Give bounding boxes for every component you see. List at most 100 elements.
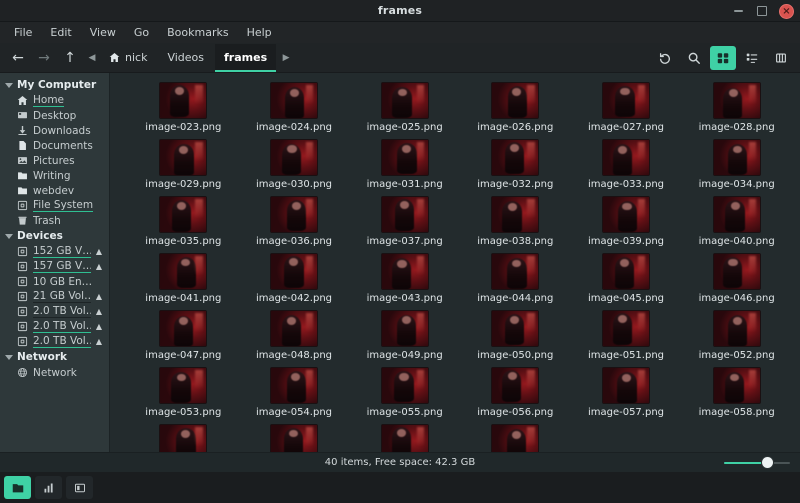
menu-view[interactable]: View [82,24,124,41]
sidebar-item-desktop[interactable]: Desktop [0,108,109,123]
compact-view-icon[interactable] [768,46,794,70]
eject-icon[interactable]: ▲ [96,292,106,301]
breadcrumb-scroll-left[interactable]: ◀ [84,46,100,70]
list-view-icon[interactable] [739,46,765,70]
file-item[interactable]: image-032.png [460,136,571,192]
file-item[interactable]: image-028.png [681,79,792,135]
sidebar-item-device-1[interactable]: 152 GB V… ▲ [0,244,109,259]
zoom-slider[interactable] [724,457,790,469]
file-item[interactable]: image-034.png [681,136,792,192]
sidebar-item-trash[interactable]: Trash [0,213,109,228]
file-name: image-054.png [255,407,333,418]
sidebar-item-downloads[interactable]: Downloads [0,123,109,138]
eject-icon[interactable]: ▲ [96,337,106,346]
file-item[interactable]: image-049.png [349,307,460,363]
file-item[interactable]: image-047.png [128,307,239,363]
file-item[interactable]: image-026.png [460,79,571,135]
file-item[interactable]: image-025.png [349,79,460,135]
breadcrumb-scroll-right[interactable]: ▶ [278,46,294,70]
file-item[interactable]: image-038.png [460,193,571,249]
file-item[interactable]: image-051.png [571,307,682,363]
icon-view-icon[interactable] [710,45,736,70]
file-item[interactable]: image-043.png [349,250,460,306]
breadcrumb-videos[interactable]: Videos [158,44,213,72]
file-item[interactable]: image-027.png [571,79,682,135]
file-item[interactable]: image-056.png [460,364,571,420]
file-item[interactable]: image-024.png [239,79,350,135]
file-item[interactable]: image-058.png [681,364,792,420]
sidebar-item-writing[interactable]: Writing [0,168,109,183]
file-item[interactable]: image-061.png [349,421,460,452]
sidebar-item-device-7[interactable]: 2.0 TB Vol… ▲ [0,334,109,349]
menu-edit[interactable]: Edit [42,24,79,41]
forward-button[interactable]: → [32,46,56,70]
file-item[interactable]: image-053.png [128,364,239,420]
maximize-button[interactable] [755,4,769,18]
eject-icon[interactable]: ▲ [96,307,106,316]
back-button[interactable]: ← [6,46,30,70]
file-thumbnail [160,83,207,118]
sidebar-item-webdev[interactable]: webdev [0,183,109,198]
search-icon[interactable] [681,46,707,70]
file-item[interactable]: image-044.png [460,250,571,306]
file-item[interactable]: image-055.png [349,364,460,420]
file-item[interactable]: image-039.png [571,193,682,249]
file-thumbnail [381,197,428,232]
file-thumbnail [160,368,207,403]
file-item[interactable]: image-062.png [460,421,571,452]
sidebar-item-device-3[interactable]: 10 GB En… [0,274,109,289]
file-grid-area[interactable]: image-023.png image-024.png image-025.png i… [110,73,800,452]
eject-icon[interactable]: ▲ [96,322,106,331]
eject-icon[interactable]: ▲ [96,247,106,256]
breadcrumb-nick[interactable]: nick [102,44,156,72]
file-item[interactable]: image-040.png [681,193,792,249]
taskbar-files-button[interactable] [4,476,31,499]
file-item[interactable]: image-041.png [128,250,239,306]
file-thumbnail [713,368,760,403]
file-item[interactable]: image-059.png [128,421,239,452]
menu-bookmarks[interactable]: Bookmarks [159,24,236,41]
minimize-button[interactable] [731,4,745,18]
menu-help[interactable]: Help [239,24,280,41]
close-button[interactable]: × [779,3,794,19]
reload-icon[interactable] [652,46,678,70]
sidebar-item-device-2[interactable]: 157 GB V… ▲ [0,259,109,274]
file-item[interactable]: image-042.png [239,250,350,306]
sidebar-item-device-5[interactable]: 2.0 TB Vol… ▲ [0,304,109,319]
menu-go[interactable]: Go [126,24,157,41]
file-item[interactable]: image-029.png [128,136,239,192]
menu-file[interactable]: File [6,24,40,41]
sidebar-item-device-4[interactable]: 21 GB Vol… ▲ [0,289,109,304]
file-item[interactable]: image-052.png [681,307,792,363]
file-item[interactable]: image-046.png [681,250,792,306]
file-item[interactable]: image-023.png [128,79,239,135]
zoom-slider-knob[interactable] [762,457,774,468]
breadcrumb-frames[interactable]: frames [215,43,277,72]
sidebar-item-home[interactable]: Home [0,93,109,108]
file-item[interactable]: image-048.png [239,307,350,363]
file-item[interactable]: image-036.png [239,193,350,249]
file-item[interactable]: image-037.png [349,193,460,249]
file-item[interactable]: image-035.png [128,193,239,249]
sidebar-group-network[interactable]: Network [0,349,109,365]
file-item[interactable]: image-031.png [349,136,460,192]
file-item[interactable]: image-060.png [239,421,350,452]
file-item[interactable]: image-045.png [571,250,682,306]
sidebar-group-devices[interactable]: Devices [0,228,109,244]
eject-icon[interactable]: ▲ [96,262,106,271]
up-button[interactable]: ↑ [58,46,82,70]
file-item[interactable]: image-054.png [239,364,350,420]
sidebar-item-network[interactable]: Network [0,365,109,380]
sidebar-group-my-computer[interactable]: My Computer [0,77,109,93]
file-item[interactable]: image-030.png [239,136,350,192]
drive-icon [16,336,28,348]
taskbar-monitor-button[interactable] [35,476,62,499]
file-item[interactable]: image-057.png [571,364,682,420]
sidebar-item-pictures[interactable]: Pictures [0,153,109,168]
file-item[interactable]: image-050.png [460,307,571,363]
taskbar-terminal-button[interactable] [66,476,93,499]
sidebar-item-file-system[interactable]: File System [0,198,109,213]
sidebar-item-documents[interactable]: Documents [0,138,109,153]
file-item[interactable]: image-033.png [571,136,682,192]
sidebar-item-device-6[interactable]: 2.0 TB Vol… ▲ [0,319,109,334]
